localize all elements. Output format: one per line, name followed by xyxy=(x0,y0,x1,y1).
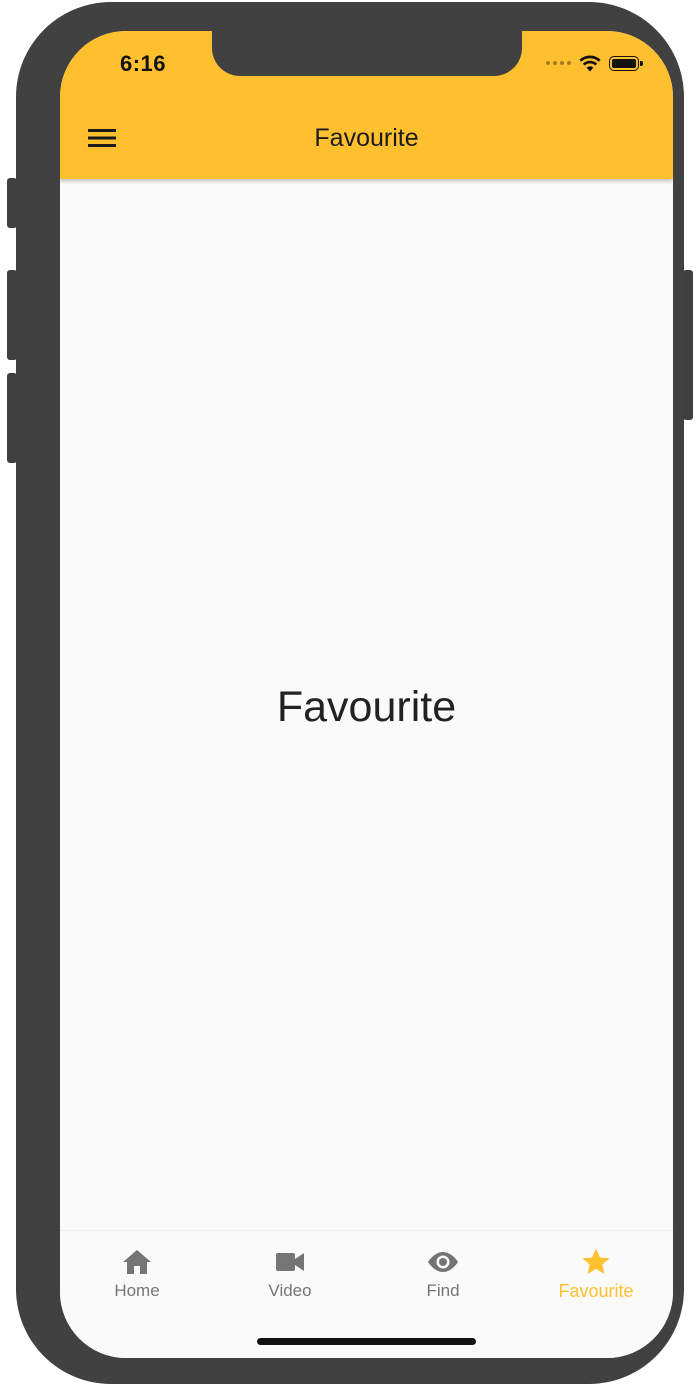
status-time: 6:16 xyxy=(120,51,167,76)
battery-icon xyxy=(609,55,643,71)
bottom-navigation-bar: Home Video Find Favourite xyxy=(60,1230,673,1358)
nav-label-video: Video xyxy=(268,1281,312,1300)
home-icon xyxy=(122,1247,152,1277)
nav-item-find[interactable]: Find xyxy=(366,1247,520,1311)
nav-label-find: Find xyxy=(426,1281,460,1300)
phone-frame: 6:16 Favourite Favourite Home Video Find… xyxy=(16,2,684,1384)
phone-screen: 6:16 Favourite Favourite Home Video Find… xyxy=(60,31,673,1358)
notch xyxy=(212,31,522,76)
video-camera-icon xyxy=(275,1247,305,1277)
nav-item-home[interactable]: Home xyxy=(60,1247,214,1311)
home-indicator[interactable] xyxy=(257,1338,476,1345)
wifi-icon xyxy=(579,55,601,71)
page-title: Favourite xyxy=(314,124,419,152)
nav-item-favourite[interactable]: Favourite xyxy=(519,1247,673,1311)
nav-item-video[interactable]: Video xyxy=(213,1247,367,1311)
star-icon xyxy=(581,1247,611,1277)
status-icons xyxy=(546,53,643,73)
device-stage: 6:16 Favourite Favourite Home Video Find… xyxy=(0,0,700,1386)
power-button xyxy=(683,270,693,420)
nav-label-favourite: Favourite xyxy=(558,1281,634,1301)
cellular-signal-icon xyxy=(546,61,571,65)
eye-icon xyxy=(426,1247,460,1277)
content-text: Favourite xyxy=(276,683,457,731)
nav-label-home: Home xyxy=(114,1281,160,1300)
